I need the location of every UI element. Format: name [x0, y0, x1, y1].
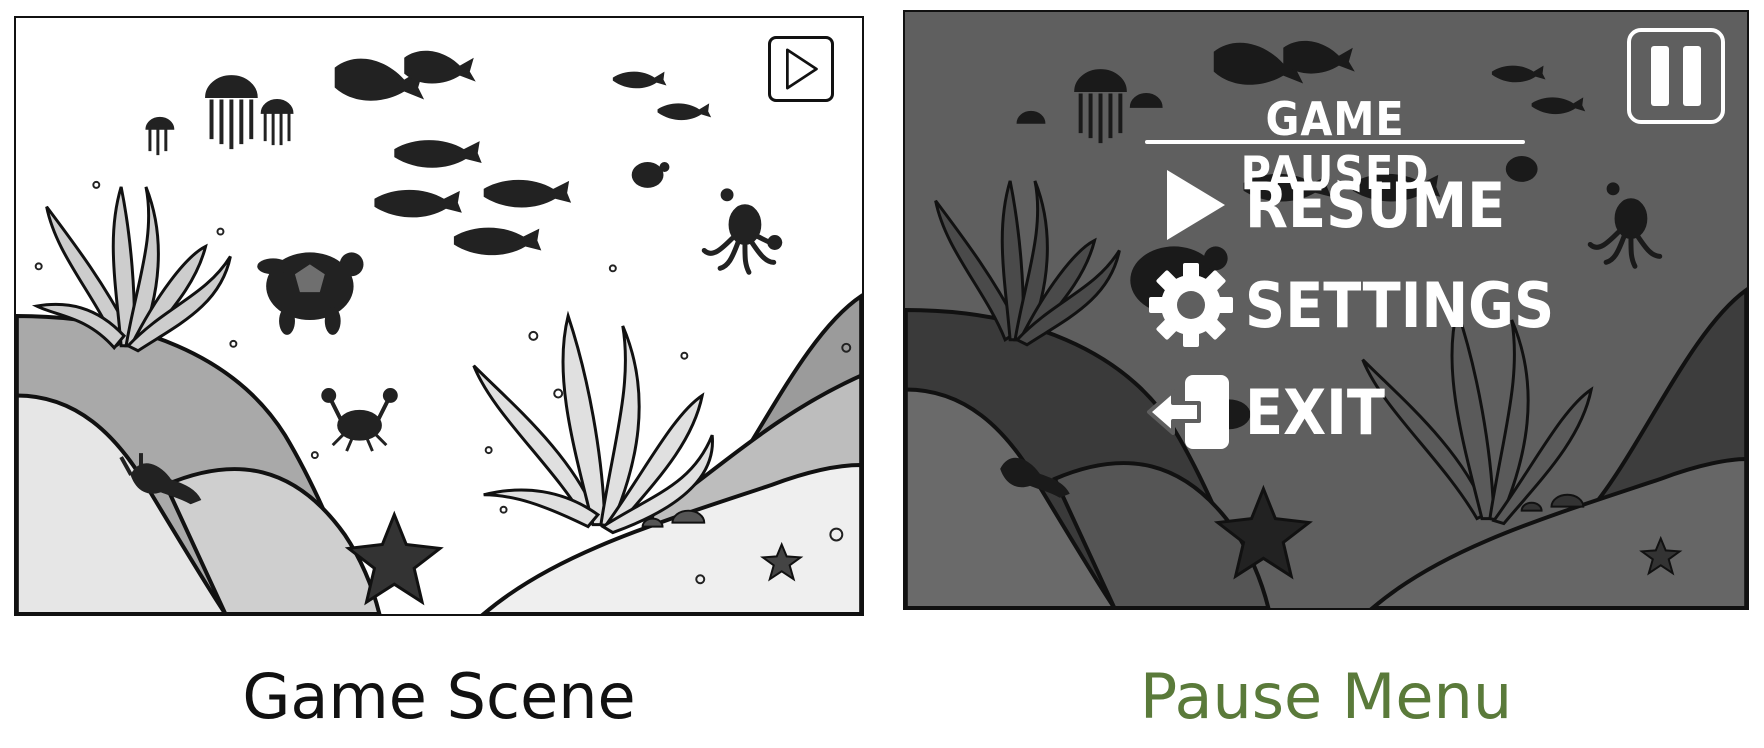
exit-button[interactable]: EXIT [1145, 369, 1401, 455]
gear-icon [1149, 263, 1233, 347]
play-icon [1167, 170, 1225, 240]
octopus [701, 188, 783, 275]
crab [321, 388, 398, 452]
small-turtle [631, 162, 670, 188]
title-underline [1145, 140, 1525, 144]
game-scene-panel [14, 16, 864, 616]
pause-icon [1651, 46, 1701, 106]
seaweed-center [472, 310, 714, 535]
settings-button[interactable]: SETTINGS [1145, 262, 1589, 348]
rock-layer-right-light [1369, 457, 1747, 608]
jellyfish-group [1016, 69, 1163, 144]
octopus [1587, 182, 1663, 269]
turtle [257, 252, 364, 335]
pause-button[interactable] [1627, 28, 1725, 124]
play-icon [786, 48, 818, 90]
exit-label: EXIT [1245, 375, 1385, 449]
exit-door-icon [1147, 375, 1229, 449]
play-button[interactable] [768, 36, 834, 102]
underwater-scene-art [16, 50, 862, 614]
pause-menu-panel: GAME PAUSED RESUME SETTINGS EXIT [903, 10, 1749, 610]
pause-menu-caption: Pause Menu [1139, 660, 1513, 733]
resume-label: RESUME [1245, 168, 1506, 242]
settings-label: SETTINGS [1245, 268, 1555, 342]
resume-button[interactable]: RESUME [1145, 162, 1534, 248]
jellyfish-group [145, 75, 294, 156]
game-scene-caption: Game Scene [242, 660, 636, 733]
fish-school [334, 50, 712, 256]
